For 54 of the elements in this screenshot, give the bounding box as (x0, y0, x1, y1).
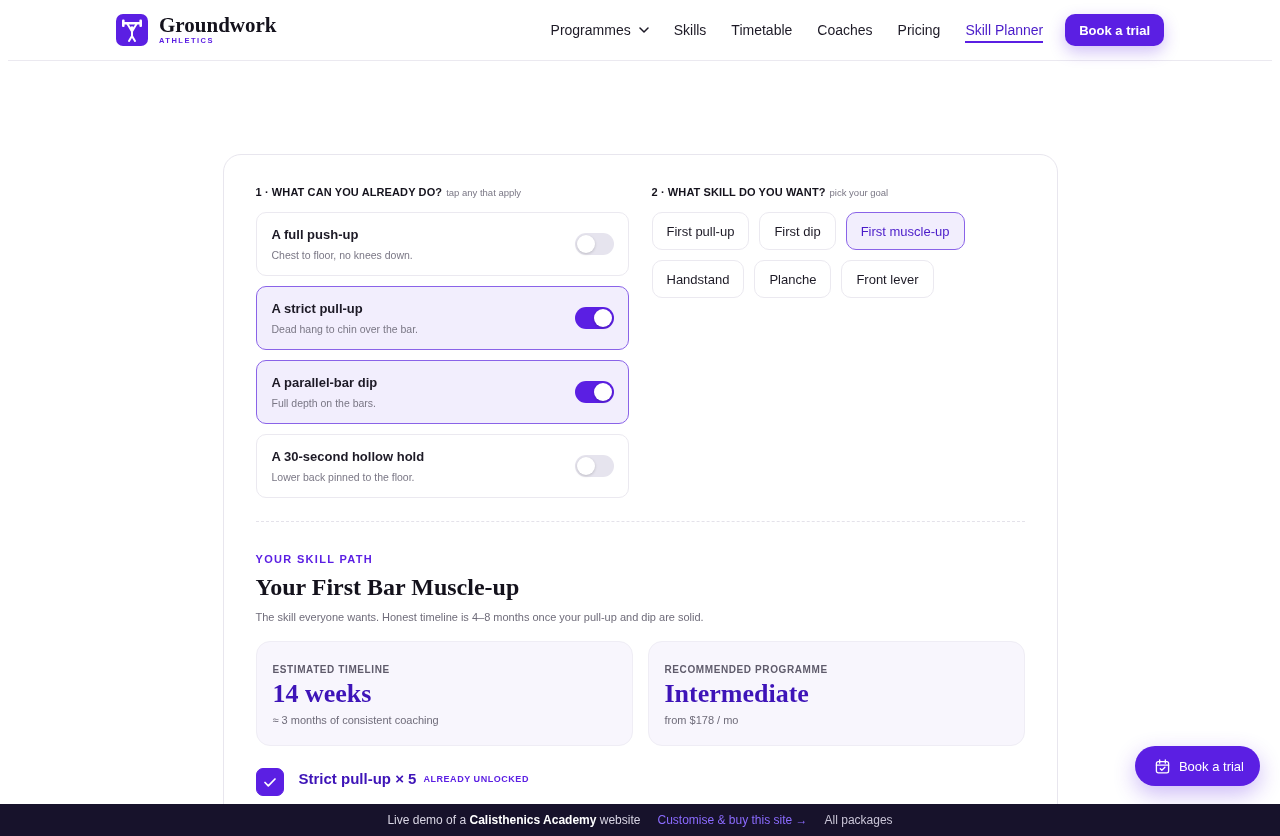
nav-link[interactable]: Timetable (731, 17, 793, 43)
ability-description: Chest to floor, no knees down. (271, 247, 413, 262)
skill-path-description: The skill everyone wants. Honest timeline is 4–8 months once your pull-up and dip are solid. (255, 610, 705, 624)
stat-note: from $178 / mo (664, 713, 740, 727)
stat-note: ≈ 3 months of consistent coaching (272, 713, 440, 727)
nav-link[interactable]: Coaches (817, 17, 873, 43)
ability-description: Full depth on the bars. (271, 395, 377, 410)
milestone-status: ALREADY UNLOCKED (423, 774, 529, 784)
step-hint: pick your goal (829, 187, 889, 198)
nav-link[interactable]: Skills (673, 17, 707, 43)
book-trial-button[interactable]: Book a trial (1134, 746, 1260, 786)
goal-chip[interactable]: Front lever (841, 260, 934, 298)
ability-card[interactable]: A 30-second hollow hold Lower back pinned to the floor. (255, 434, 629, 498)
skill-path-title: Your First Bar Muscle-up (255, 573, 521, 602)
demo-text: Live demo of a Calisthenics Academy website (387, 813, 641, 827)
toggle-switch[interactable] (574, 307, 614, 329)
nav-link[interactable]: Programmes (550, 17, 649, 43)
goal-chip[interactable]: Handstand (651, 260, 745, 298)
ability-description: Lower back pinned to the floor. (271, 469, 416, 484)
stat-label: RECOMMENDED PROGRAMME (664, 663, 829, 676)
stat-value: Intermediate (664, 679, 810, 709)
all-packages-link[interactable]: All packages (824, 813, 893, 827)
logo-wordmark[interactable]: Groundwork (159, 14, 277, 36)
step-heading: 1 · WHAT CAN YOU ALREADY DO? (255, 186, 443, 198)
toggle-switch[interactable] (574, 455, 614, 477)
ability-card[interactable]: A strict pull-up Dead hang to chin over the bar. (255, 286, 629, 350)
goal-chip[interactable]: First dip (759, 212, 836, 250)
toggle-switch[interactable] (574, 233, 614, 255)
stat-value: 14 weeks (272, 679, 373, 709)
chevron-down-icon (638, 26, 649, 33)
ability-title: A 30-second hollow hold (271, 448, 425, 465)
goal-chip[interactable]: First pull-up (651, 212, 750, 250)
book-trial-button[interactable]: Book a trial (1065, 14, 1164, 46)
calendar-check-icon (1154, 758, 1170, 774)
logo-icon[interactable] (116, 14, 148, 46)
step-hint: tap any that apply (446, 187, 522, 198)
ability-title: A strict pull-up (271, 300, 364, 317)
nav-link[interactable]: Pricing (897, 17, 941, 43)
section-eyebrow: YOUR SKILL PATH (255, 552, 375, 566)
stat-label: ESTIMATED TIMELINE (272, 663, 391, 676)
ability-title: A parallel-bar dip (271, 374, 378, 391)
ability-card[interactable]: A parallel-bar dip Full depth on the bars. (255, 360, 629, 424)
check-icon (263, 777, 276, 787)
ability-card[interactable]: A full push-up Chest to floor, no knees down. (255, 212, 629, 276)
checkbox[interactable] (255, 768, 284, 796)
goal-chip[interactable]: First muscle-up (845, 212, 965, 250)
toggle-switch[interactable] (574, 381, 614, 403)
goal-chip[interactable]: Planche (754, 260, 832, 298)
step-heading: 2 · WHAT SKILL DO YOU WANT? (651, 186, 826, 198)
ability-title: A full push-up (271, 226, 360, 243)
milestone-title: Strict pull-up × 5 (298, 769, 417, 787)
customise-link[interactable]: Customise & buy this site → (657, 813, 808, 827)
ability-description: Dead hang to chin over the bar. (271, 321, 419, 336)
nav-link[interactable]: Skill Planner (965, 17, 1044, 43)
